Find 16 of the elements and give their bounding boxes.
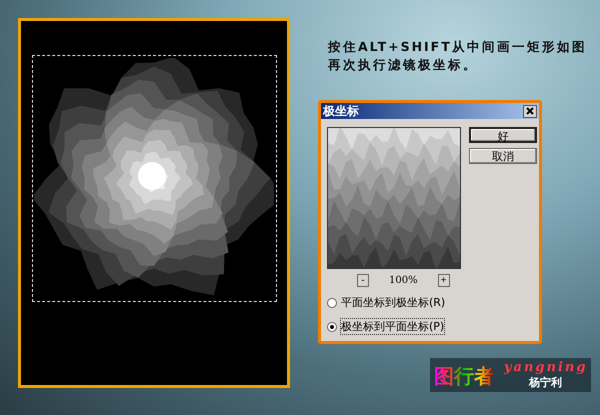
instruction-text: 按住ALT+SHIFT从中间画一矩形如图 [328, 38, 588, 56]
radio-label[interactable]: 平面坐标到极坐标(R) [340, 294, 446, 311]
radio-button[interactable] [327, 298, 337, 308]
zoom-in-button[interactable]: + [438, 274, 450, 287]
close-button[interactable] [523, 104, 537, 118]
zoom-out-button[interactable]: - [357, 274, 369, 287]
zoom-value: 100% [389, 275, 418, 286]
instruction-text: 再次执行滤镜极坐标。 [328, 56, 479, 74]
dialog-title: 极坐标 [323, 102, 359, 120]
author-latin-name: yangning [504, 360, 588, 375]
radio-label[interactable]: 极坐标到平面坐标(P) [340, 318, 446, 335]
radio-button[interactable] [327, 322, 337, 332]
author-name: 杨宁利 [529, 375, 562, 390]
dialog-button[interactable]: 好 [469, 127, 537, 143]
dialog-button[interactable]: 取消 [469, 148, 537, 164]
close-icon [526, 107, 534, 115]
